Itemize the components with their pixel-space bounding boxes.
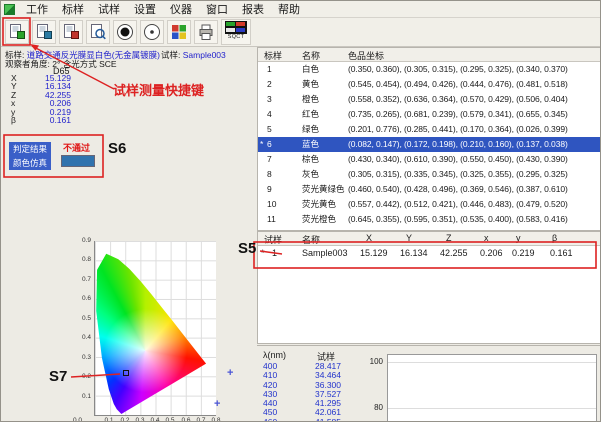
app-logo-icon <box>4 4 15 15</box>
sample-label: 试样: <box>161 50 180 60</box>
table-row[interactable]: 9荧光黄绿色(0.460, 0.540), (0.428, 0.496), (0… <box>258 182 601 197</box>
target-icon <box>143 23 161 41</box>
x-tick: 0.5 <box>163 417 177 422</box>
x-tick: 0.7 <box>194 417 208 422</box>
color-simulation-row: 颜色仿真 <box>9 153 51 171</box>
menu-item-work[interactable]: 工作 <box>19 0 55 18</box>
y-tick: 0.8 <box>69 256 91 263</box>
sample-row[interactable]: * 1 Sample003 15.129 16.134 42.255 0.206… <box>258 246 601 261</box>
y-tick: 0.4 <box>69 334 91 341</box>
table-row[interactable]: 1白色(0.350, 0.360), (0.305, 0.315), (0.29… <box>258 62 601 77</box>
color-simulation-label: 颜色仿真 <box>9 156 51 170</box>
spectral-row: 46041.585 <box>263 418 341 422</box>
sample-measure-icon <box>8 23 26 41</box>
chromaticity-diagram <box>94 241 216 416</box>
table-row[interactable]: 4红色(0.735, 0.265), (0.681, 0.239), (0.57… <box>258 107 601 122</box>
table-row[interactable]: 3橙色(0.558, 0.352), (0.636, 0.364), (0.57… <box>258 92 601 107</box>
x-tick: 0.8 <box>209 417 223 422</box>
table-row-selected[interactable]: *6蓝色(0.082, 0.147), (0.172, 0.198), (0.2… <box>258 137 601 152</box>
menu-item-instrument[interactable]: 仪器 <box>163 0 199 18</box>
aperture-icon <box>116 23 134 41</box>
toolbar: SQCT <box>1 18 600 47</box>
menu-item-window[interactable]: 窗口 <box>199 0 235 18</box>
sample-name: Sample003 <box>183 50 226 60</box>
x-tick: 0.3 <box>133 417 147 422</box>
aperture-button[interactable] <box>113 20 137 44</box>
palette-icon <box>170 23 188 41</box>
x-tick: 0.2 <box>118 417 132 422</box>
y-tick: 0.5 <box>69 315 91 322</box>
y-tick: 0.3 <box>69 354 91 361</box>
standard-measure-button[interactable] <box>32 20 56 44</box>
annotation-s5: S5 <box>238 240 256 257</box>
x-tick: 0.4 <box>148 417 162 422</box>
color-simulation-swatch <box>61 155 95 167</box>
wavelength-header: λ(nm) <box>263 350 286 360</box>
sample-measure-button[interactable] <box>5 20 29 44</box>
cie-gamut-shape <box>95 241 216 415</box>
y-tick: 0.7 <box>69 276 91 283</box>
target-button[interactable] <box>140 20 164 44</box>
print-button[interactable] <box>194 20 218 44</box>
search-doc-button[interactable] <box>86 20 110 44</box>
print-icon <box>197 23 215 41</box>
app-window: 工作 标样 试样 设置 仪器 窗口 报表 帮助 <box>0 0 601 422</box>
reflectance-chart <box>387 354 597 422</box>
table-row[interactable]: 10荧光黄色(0.557, 0.442), (0.512, 0.421), (0… <box>258 197 601 212</box>
spectral-section: λ(nm) 试样 40028.417 41034.464 42036.300 4… <box>257 345 601 422</box>
table-row[interactable]: 11荧光橙色(0.645, 0.355), (0.595, 0.351), (0… <box>258 212 601 227</box>
sample-info-line: 试样: Sample003 <box>161 49 226 61</box>
tristimulus-block: X15.129 Y16.134 Z42.255 x0.206 y0.219 β0… <box>11 74 71 124</box>
x-tick: 0.6 <box>179 417 193 422</box>
table-row[interactable]: 8灰色(0.305, 0.315), (0.335, 0.345), (0.32… <box>258 167 601 182</box>
menu-bar: 工作 标样 试样 设置 仪器 窗口 报表 帮助 <box>1 1 600 18</box>
x-tick: 0.1 <box>102 417 116 422</box>
table-row[interactable]: 5绿色(0.201, 0.776), (0.285, 0.441), (0.17… <box>258 122 601 137</box>
y-tick: 0.1 <box>69 393 91 400</box>
standards-table: 标样 名称 色品坐标 1白色(0.350, 0.360), (0.305, 0.… <box>257 47 601 231</box>
sample-edit-button[interactable] <box>59 20 83 44</box>
annotation-s7: S7 <box>49 368 67 385</box>
palette-button[interactable] <box>167 20 191 44</box>
standard-measure-icon <box>35 23 53 41</box>
annotation-s6: S6 <box>108 140 126 157</box>
judge-result-value: 不通过 <box>63 141 90 154</box>
sqct-button[interactable]: SQCT <box>221 19 251 45</box>
sample-point-marker <box>123 370 129 376</box>
menu-item-standard[interactable]: 标样 <box>55 0 91 18</box>
y-tick: 0.6 <box>69 295 91 302</box>
search-doc-icon <box>89 23 107 41</box>
menu-item-sample[interactable]: 试样 <box>91 0 127 18</box>
table-row[interactable]: 7棕色(0.430, 0.340), (0.610, 0.390), (0.55… <box>258 152 601 167</box>
table-row[interactable]: 2黄色(0.545, 0.454), (0.494, 0.426), (0.44… <box>258 77 601 92</box>
sqct-icon <box>225 21 247 34</box>
menu-item-settings[interactable]: 设置 <box>127 0 163 18</box>
origin-tick: 0.0 <box>73 417 82 422</box>
standards-table-header: 标样 名称 色品坐标 <box>258 48 601 62</box>
annotation-shortcut-label: 试样测量快捷键 <box>113 80 204 99</box>
spectral-list: 40028.417 41034.464 42036.300 43037.527 … <box>263 362 341 422</box>
menu-item-report[interactable]: 报表 <box>235 0 271 18</box>
y-tick: 0.2 <box>69 373 91 380</box>
cross-marker: + <box>227 367 233 379</box>
chart-y-tick: 80 <box>361 403 383 412</box>
tristimulus-row: β0.161 <box>11 116 71 124</box>
cross-marker: + <box>214 398 220 410</box>
menu-item-help[interactable]: 帮助 <box>271 0 307 18</box>
chart-y-tick: 100 <box>361 357 383 366</box>
sample-table: 试样 名称 X Y Z x y β * 1 Sample003 15.129 1… <box>257 231 601 344</box>
y-tick: 0.9 <box>69 237 91 244</box>
sample-edit-icon <box>62 23 80 41</box>
sqct-label: SQCT <box>228 34 244 41</box>
sample-table-header: 试样 名称 X Y Z x y β <box>258 232 601 246</box>
